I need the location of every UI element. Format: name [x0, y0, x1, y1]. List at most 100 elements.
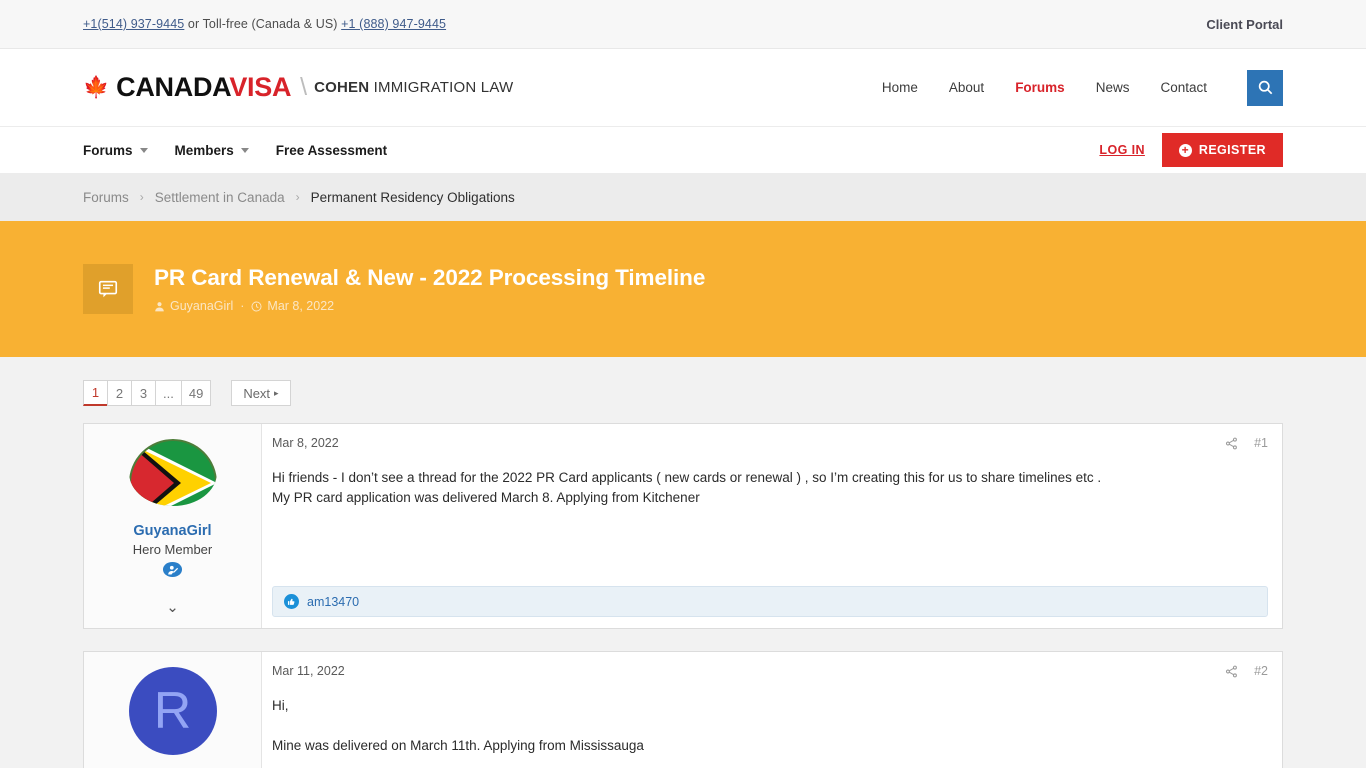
plus-circle-icon: +: [1178, 143, 1192, 157]
page-root: +1(514) 937-9445 or Toll-free (Canada & …: [0, 0, 1366, 768]
maple-leaf-icon: 🍁: [83, 76, 110, 99]
thread-type-icon-box: [83, 264, 133, 314]
nav-item-about[interactable]: About: [949, 80, 984, 95]
post-paragraph: Mine was delivered on March 11th. Applyi…: [272, 738, 644, 753]
breadcrumb-item-current: Permanent Residency Obligations: [310, 189, 515, 205]
register-label: REGISTER: [1198, 143, 1266, 157]
post-content: Mar 11, 2022 #2 Hi, Mine was delivered o…: [262, 652, 1282, 768]
share-icon[interactable]: [1225, 437, 1238, 450]
chevron-down-icon: [240, 147, 249, 153]
search-icon: [1258, 80, 1272, 95]
logo-subtitle: COHEN IMMIGRATION LAW: [314, 79, 513, 96]
main-nav: Home About Forums News Contact: [882, 69, 1283, 106]
subnav-item-members[interactable]: Members: [175, 143, 249, 158]
meta-separator: ·: [240, 299, 245, 313]
chevron-right-icon: ›: [139, 190, 144, 204]
chevron-down-icon[interactable]: ⌄: [166, 598, 179, 616]
utility-topbar: +1(514) 937-9445 or Toll-free (Canada & …: [0, 0, 1366, 49]
guyana-flag-avatar[interactable]: [128, 439, 217, 507]
search-button[interactable]: [1247, 69, 1283, 106]
chevron-right-icon: ›: [295, 190, 300, 204]
post-tools: #1: [1225, 436, 1268, 450]
logo-word-visa: VISA: [229, 72, 292, 102]
chevron-right-icon: ▸: [274, 387, 279, 398]
post-reactions: am13470: [272, 586, 1268, 617]
pagination-page-1[interactable]: 1: [83, 380, 108, 406]
post-blank-line: [272, 716, 1268, 736]
member-badge-icon: [163, 562, 182, 577]
post-spacer: [272, 508, 1268, 586]
nav-item-home[interactable]: Home: [882, 80, 918, 95]
reaction-user[interactable]: am13470: [307, 595, 359, 609]
post-author-sidebar: GuyanaGirl Hero Member ⌄: [84, 424, 262, 628]
log-in-link[interactable]: LOG IN: [1099, 143, 1144, 157]
post-author-sidebar: R: [84, 652, 262, 768]
nav-item-news[interactable]: News: [1096, 80, 1130, 95]
thread-author[interactable]: GuyanaGirl: [170, 299, 233, 313]
post-body: Hi, Mine was delivered on March 11th. Ap…: [272, 696, 1268, 756]
post-number[interactable]: #2: [1254, 664, 1268, 678]
phone-tollfree-link[interactable]: +1 (888) 947-9445: [341, 17, 446, 31]
breadcrumb: Forums › Settlement in Canada › Permanen…: [0, 173, 1366, 221]
logo-sub-cohen: COHEN: [314, 79, 370, 96]
guyana-flag-avatar-image: [128, 439, 217, 507]
pagination-ellipsis[interactable]: ...: [155, 380, 182, 406]
breadcrumb-item-forums[interactable]: Forums: [83, 190, 129, 205]
logo-sub-rest: IMMIGRATION LAW: [369, 79, 514, 96]
post-tools: #2: [1225, 664, 1268, 678]
post-author-name[interactable]: GuyanaGirl: [133, 523, 211, 539]
thread-content: 1 2 3 ... 49 Next ▸ GuyanaGirl Hero Memb…: [0, 357, 1366, 768]
logo-divider: \: [300, 73, 308, 101]
nav-item-forums[interactable]: Forums: [1015, 80, 1065, 95]
phone-primary-link[interactable]: +1(514) 937-9445: [83, 17, 184, 31]
subnav-item-forums[interactable]: Forums: [83, 143, 148, 158]
site-header: 🍁 CANADAVISA \ COHEN IMMIGRATION LAW Hom…: [0, 49, 1366, 126]
post-header: Mar 8, 2022 #1: [272, 436, 1268, 450]
pagination-pages: 1 2 3 ... 49: [83, 380, 212, 406]
client-portal-link[interactable]: Client Portal: [1206, 17, 1283, 32]
subnav-label-free-assessment: Free Assessment: [275, 142, 388, 158]
site-logo[interactable]: 🍁 CANADAVISA \ COHEN IMMIGRATION LAW: [83, 72, 513, 103]
post-paragraph: My PR card application was delivered Mar…: [272, 490, 700, 505]
thumbs-up-icon: [284, 594, 299, 609]
pagination-page-49[interactable]: 49: [180, 380, 212, 406]
nav-item-contact[interactable]: Contact: [1160, 80, 1207, 95]
register-button[interactable]: + REGISTER: [1161, 133, 1283, 167]
post-number[interactable]: #1: [1254, 436, 1268, 450]
forum-subnav: Forums Members Free Assessment LOG IN + …: [0, 126, 1366, 173]
phone-separator-text: or Toll-free (Canada & US): [184, 17, 342, 31]
letter-avatar[interactable]: R: [128, 667, 217, 755]
page-title: PR Card Renewal & New - 2022 Processing …: [154, 265, 706, 290]
pagination-page-2[interactable]: 2: [107, 380, 132, 406]
pagination: 1 2 3 ... 49 Next ▸: [83, 357, 1283, 423]
thread-date: Mar 8, 2022: [267, 299, 335, 313]
post-date: Mar 8, 2022: [272, 436, 339, 450]
post-body: Hi friends - I don’t see a thread for th…: [272, 468, 1268, 508]
pagination-next-label: Next: [243, 385, 271, 401]
post-paragraph: Hi,: [272, 698, 289, 713]
subnav-item-free-assessment[interactable]: Free Assessment: [276, 143, 387, 158]
share-icon[interactable]: [1225, 665, 1238, 678]
logo-wordmark: CANADAVISA: [116, 72, 291, 103]
subnav-label-members: Members: [174, 142, 234, 158]
chevron-down-icon: [139, 147, 148, 153]
post-author-title: Hero Member: [132, 542, 213, 558]
subnav-label-forums: Forums: [83, 142, 133, 158]
logo-word-canada: CANADA: [116, 72, 230, 102]
breadcrumb-item-settlement[interactable]: Settlement in Canada: [155, 190, 285, 205]
post-item: GuyanaGirl Hero Member ⌄ Mar 8, 2022 #1 …: [83, 423, 1283, 629]
comment-icon: [98, 280, 118, 298]
post-date: Mar 11, 2022: [272, 664, 345, 678]
account-actions: LOG IN + REGISTER: [1099, 133, 1283, 167]
thread-banner-text: PR Card Renewal & New - 2022 Processing …: [154, 265, 705, 313]
post-header: Mar 11, 2022 #2: [272, 664, 1268, 678]
thread-banner: PR Card Renewal & New - 2022 Processing …: [0, 221, 1366, 357]
user-icon: [155, 301, 164, 311]
contact-phones: +1(514) 937-9445 or Toll-free (Canada & …: [83, 17, 446, 31]
post-paragraph: Hi friends - I don’t see a thread for th…: [272, 470, 1102, 485]
post-content: Mar 8, 2022 #1 Hi friends - I don’t see …: [262, 424, 1282, 628]
pagination-page-3[interactable]: 3: [131, 380, 156, 406]
thread-meta: GuyanaGirl · Mar 8, 2022: [154, 299, 705, 313]
pagination-next-button[interactable]: Next ▸: [231, 380, 291, 406]
clock-icon: [251, 300, 262, 312]
